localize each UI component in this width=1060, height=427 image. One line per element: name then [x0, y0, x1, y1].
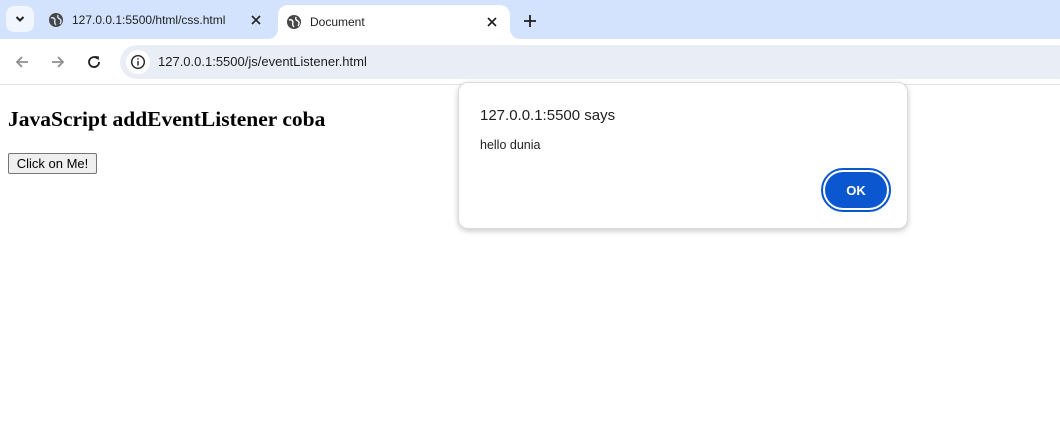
reload-button[interactable]: [82, 50, 106, 74]
browser-toolbar: 127.0.0.1:5500/js/eventListener.html: [0, 39, 1060, 85]
plus-icon: [524, 15, 536, 27]
tab-strip: 127.0.0.1:5500/html/css.html Document: [0, 0, 1060, 39]
tab-title: 127.0.0.1:5500/html/css.html: [72, 12, 226, 27]
alert-title: 127.0.0.1:5500 says: [480, 107, 616, 124]
forward-button[interactable]: [46, 50, 70, 74]
alert-message: hello dunia: [480, 138, 541, 152]
ok-button-label: OK: [825, 172, 887, 208]
forward-arrow-icon: [52, 56, 65, 68]
close-icon[interactable]: [484, 14, 500, 30]
reload-icon: [88, 56, 100, 68]
page-title: JavaScript addEventListener coba: [8, 107, 326, 131]
back-arrow-icon: [15, 56, 28, 68]
globe-icon: [48, 12, 64, 28]
click-me-button[interactable]: Click on Me!: [8, 153, 97, 174]
tab-search-button[interactable]: [6, 6, 34, 32]
tab-css-html[interactable]: 127.0.0.1:5500/html/css.html: [38, 0, 276, 39]
address-bar[interactable]: 127.0.0.1:5500/js/eventListener.html: [120, 45, 1060, 79]
info-icon: [130, 54, 146, 70]
globe-icon: [286, 14, 302, 30]
new-tab-button[interactable]: [518, 9, 542, 33]
back-button[interactable]: [10, 50, 34, 74]
ok-button[interactable]: OK: [821, 168, 891, 212]
chevron-down-icon: [15, 16, 25, 22]
alert-dialog: 127.0.0.1:5500 says hello dunia OK: [458, 82, 908, 229]
tab-document[interactable]: Document: [278, 5, 510, 39]
close-icon[interactable]: [248, 12, 264, 28]
site-info-button[interactable]: [126, 50, 150, 74]
url-text: 127.0.0.1:5500/js/eventListener.html: [158, 54, 367, 69]
tab-title: Document: [310, 15, 365, 29]
